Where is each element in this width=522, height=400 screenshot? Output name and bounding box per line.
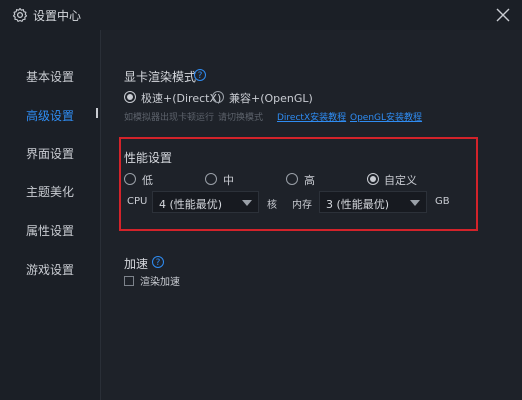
render-hint: 如模拟器出现卡顿运行 <box>124 113 215 123</box>
opengl-tutorial-link[interactable]: OpenGL安装教程 <box>350 110 422 123</box>
radio-high[interactable] <box>286 173 298 185</box>
memory-select-value: 3 (性能最优) <box>326 198 390 211</box>
memory-label: 内存 <box>292 200 312 211</box>
render-mode-title: 显卡渲染模式 <box>124 70 197 84</box>
active-indicator <box>96 108 98 118</box>
help-icon[interactable]: ? <box>152 256 164 268</box>
radio-medium-label: 中 <box>223 174 234 187</box>
radio-directx[interactable] <box>124 91 136 103</box>
memory-unit: GB <box>435 196 450 207</box>
render-acceleration-checkbox[interactable] <box>124 276 134 286</box>
sidebar-item-properties[interactable]: 属性设置 <box>26 222 74 239</box>
radio-medium[interactable] <box>205 173 217 185</box>
cpu-label: CPU <box>127 196 148 207</box>
radio-low[interactable] <box>124 173 136 185</box>
memory-select[interactable]: 3 (性能最优) <box>319 191 427 213</box>
chevron-down-icon <box>242 200 252 206</box>
sidebar-item-theme[interactable]: 主题美化 <box>26 183 74 200</box>
gear-icon <box>12 7 28 22</box>
render-hint-switch: 请切换模式 <box>218 113 264 123</box>
sidebar-item-advanced[interactable]: 高级设置 <box>26 107 74 124</box>
acceleration-title: 加速 <box>124 257 149 271</box>
sidebar-item-interface[interactable]: 界面设置 <box>26 145 74 162</box>
radio-custom-label: 自定义 <box>384 174 417 187</box>
sidebar: 基本设置 高级设置 界面设置 主题美化 属性设置 游戏设置 <box>0 30 101 400</box>
settings-content: 显卡渲染模式 ? 极速+(DirectX) 兼容+(OpenGL) 如模拟器出现… <box>101 30 522 400</box>
radio-high-label: 高 <box>304 174 315 187</box>
window-title: 设置中心 <box>33 9 82 23</box>
radio-low-label: 低 <box>142 174 153 187</box>
performance-highlight-box <box>119 137 478 231</box>
radio-opengl[interactable] <box>212 91 224 103</box>
radio-directx-label: 极速+(DirectX) <box>141 92 222 105</box>
render-acceleration-label: 渲染加速 <box>140 277 180 288</box>
cpu-select-value: 4 (性能最优) <box>159 198 223 211</box>
cpu-unit: 核 <box>267 200 277 211</box>
close-icon[interactable] <box>494 6 512 24</box>
performance-title: 性能设置 <box>124 151 173 165</box>
chevron-down-icon <box>410 200 420 206</box>
cpu-select[interactable]: 4 (性能最优) <box>152 191 259 213</box>
help-icon[interactable]: ? <box>194 69 206 81</box>
sidebar-item-basic[interactable]: 基本设置 <box>26 68 74 85</box>
sidebar-item-game[interactable]: 游戏设置 <box>26 261 74 278</box>
radio-custom[interactable] <box>367 173 379 185</box>
radio-opengl-label: 兼容+(OpenGL) <box>229 92 313 105</box>
title-bar: 设置中心 <box>0 0 522 30</box>
directx-tutorial-link[interactable]: DirectX安装教程 <box>277 110 346 123</box>
